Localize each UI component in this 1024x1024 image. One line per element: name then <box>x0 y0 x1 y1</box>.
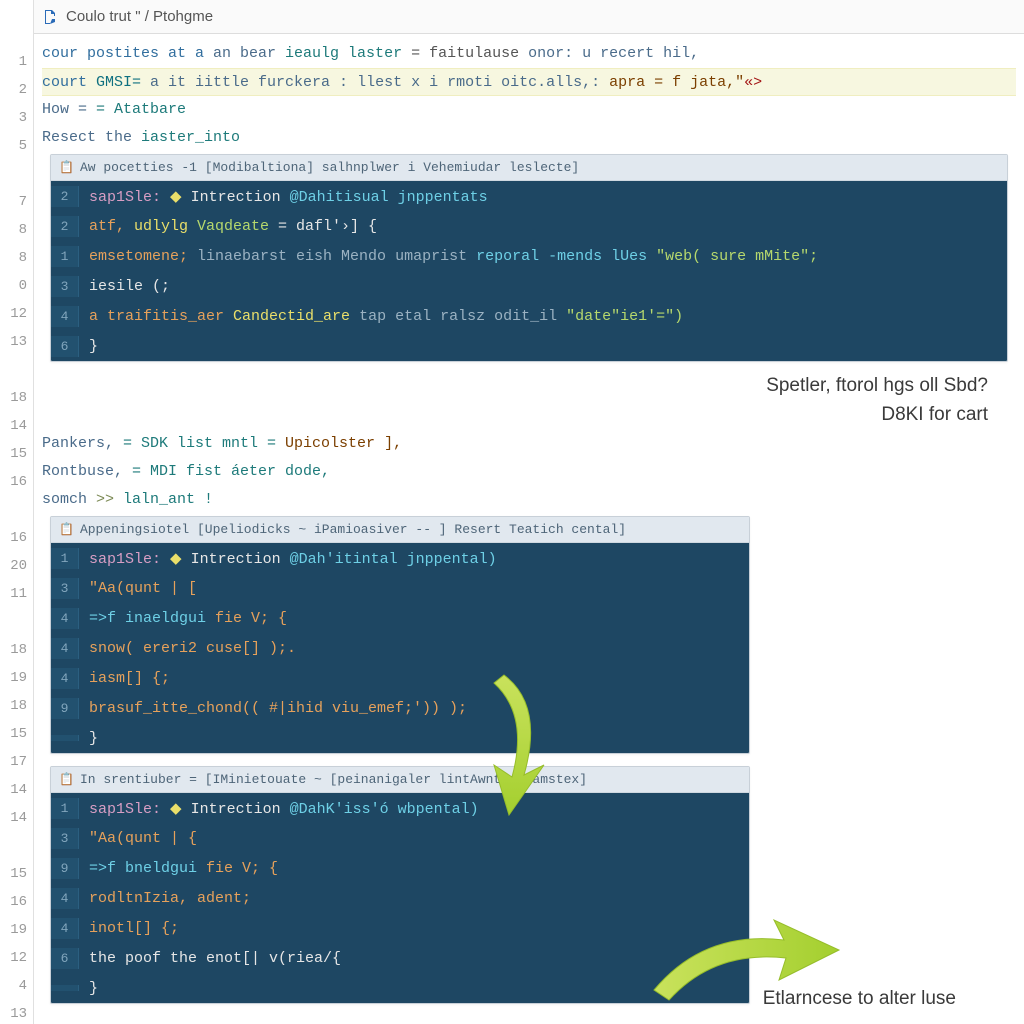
gutter-line: 15 <box>0 440 33 468</box>
code-line[interactable]: cour postites at a an bear ieaulg laster… <box>42 40 1016 68</box>
gutter-line: 19 <box>0 664 33 692</box>
code-line[interactable]: Resect the iaster_into <box>42 124 1016 152</box>
panel-ln: 6 <box>51 948 79 969</box>
panel-ln: 2 <box>51 216 79 237</box>
gutter-line: 12 <box>0 300 33 328</box>
gutter-line: 2 <box>0 76 33 104</box>
panel-ln: 4 <box>51 306 79 327</box>
gutter-line: 18 <box>0 692 33 720</box>
gutter-line: 11 <box>0 580 33 608</box>
code-area[interactable]: cour postites at a an bear ieaulg laster… <box>34 34 1024 1004</box>
pin-icon: 📋 <box>59 772 74 787</box>
code-panel-1: 📋 Aw pocetties -1 [Modibaltiona] salhnpl… <box>50 154 1008 362</box>
panel-ln: 1 <box>51 548 79 569</box>
panel-ln: 9 <box>51 858 79 879</box>
file-icon <box>42 9 58 25</box>
gutter-line: 14 <box>0 412 33 440</box>
tab-bar: Coulo trut " / Ptohgme <box>34 0 1024 34</box>
gutter-line: 15 <box>0 860 33 888</box>
code-line[interactable]: Pankers, = SDK list mntl = Upicolster ], <box>42 430 1016 458</box>
gutter-line <box>0 160 33 188</box>
panel-ln: 2 <box>51 186 79 207</box>
gutter-line: 13 <box>0 1000 33 1024</box>
gutter-line: 14 <box>0 804 33 832</box>
pin-icon: 📋 <box>59 522 74 537</box>
line-number-gutter: 1 2 3 5 7 8 8 0 12 13 18 14 15 16 16 20 … <box>0 0 34 1024</box>
gutter-line: 16 <box>0 468 33 496</box>
gutter-line: 5 <box>0 132 33 160</box>
panel-ln: 4 <box>51 918 79 939</box>
gutter-line <box>0 356 33 384</box>
panel-header[interactable]: 📋 Aw pocetties -1 [Modibaltiona] salhnpl… <box>51 155 1007 181</box>
panel-ln <box>51 985 79 991</box>
gutter-line: 18 <box>0 384 33 412</box>
gutter-line: 16 <box>0 524 33 552</box>
code-panel-3: 📋 In srentiuber = [IMinietouate ~ [peina… <box>50 766 750 1004</box>
pin-icon: 📋 <box>59 160 74 175</box>
code-line[interactable]: How = = Atatbare <box>42 96 1016 124</box>
code-panel-2: 📋 Appeningsiotel [Upeliodicks ~ iPamioas… <box>50 516 750 754</box>
panel-ln: 9 <box>51 698 79 719</box>
panel-ln: 3 <box>51 828 79 849</box>
gutter-line: 20 <box>0 552 33 580</box>
panel-header[interactable]: 📋 Appeningsiotel [Upeliodicks ~ iPamioas… <box>51 517 749 543</box>
gutter-line: 8 <box>0 216 33 244</box>
panel-ln: 3 <box>51 578 79 599</box>
panel-ln <box>51 735 79 741</box>
panel-body[interactable]: 2sap1Sle: ◆ Intrection @Dahitisual jnppe… <box>51 181 1007 361</box>
gutter-line: 3 <box>0 104 33 132</box>
annotation-line: Spetler, ftorol hgs oll Sbd? <box>766 372 988 401</box>
gutter-line: 12 <box>0 944 33 972</box>
panel-ln: 4 <box>51 638 79 659</box>
gutter-line <box>0 832 33 860</box>
gutter-line: 7 <box>0 188 33 216</box>
panel-ln: 6 <box>51 336 79 357</box>
annotation-bottom: Etlarncese to alter luse <box>763 988 956 1010</box>
panel-ln: 4 <box>51 608 79 629</box>
panel-header-text: In srentiuber = [IMinietouate ~ [peinani… <box>80 772 587 787</box>
gutter-line <box>0 496 33 524</box>
editor-content[interactable]: Coulo trut " / Ptohgme cour postites at … <box>34 0 1024 1024</box>
gutter-line: 18 <box>0 636 33 664</box>
gutter-line: 8 <box>0 244 33 272</box>
gutter-line: 19 <box>0 916 33 944</box>
editor-root: 1 2 3 5 7 8 8 0 12 13 18 14 15 16 16 20 … <box>0 0 1024 1024</box>
panel-ln: 4 <box>51 668 79 689</box>
panel-header-text: Aw pocetties -1 [Modibaltiona] salhnplwe… <box>80 160 579 175</box>
panel-header-text: Appeningsiotel [Upeliodicks ~ iPamioasiv… <box>80 522 626 537</box>
gutter-line: 13 <box>0 328 33 356</box>
panel-ln: 1 <box>51 246 79 267</box>
annotation-line: D8KI for cart <box>766 401 988 430</box>
gutter-line: 4 <box>0 972 33 1000</box>
gutter-line: 1 <box>0 48 33 76</box>
tab-label[interactable]: Coulo trut " / Ptohgme <box>66 8 213 25</box>
gutter-line: 14 <box>0 776 33 804</box>
panel-body[interactable]: 1sap1Sle: ◆ Intrection @DahK'iss'ó wbpen… <box>51 793 749 1003</box>
panel-body[interactable]: 1sap1Sle: ◆ Intrection @Dah'itintal jnpp… <box>51 543 749 753</box>
gutter-line: 16 <box>0 888 33 916</box>
code-line[interactable]: somch >> laln_ant ! <box>42 486 1016 514</box>
annotation-top: Spetler, ftorol hgs oll Sbd? D8KI for ca… <box>766 372 988 429</box>
code-line[interactable]: Rontbuse, = MDI fist áeter dode, <box>42 458 1016 486</box>
gutter-line <box>0 608 33 636</box>
panel-ln: 4 <box>51 888 79 909</box>
panel-ln: 3 <box>51 276 79 297</box>
panel-header[interactable]: 📋 In srentiuber = [IMinietouate ~ [peina… <box>51 767 749 793</box>
gutter-line: 15 <box>0 720 33 748</box>
panel-ln: 1 <box>51 798 79 819</box>
gutter-line: 17 <box>0 748 33 776</box>
gutter-line: 0 <box>0 272 33 300</box>
code-line-active[interactable]: court GMSI= a it iittle furckera : llest… <box>42 68 1016 96</box>
